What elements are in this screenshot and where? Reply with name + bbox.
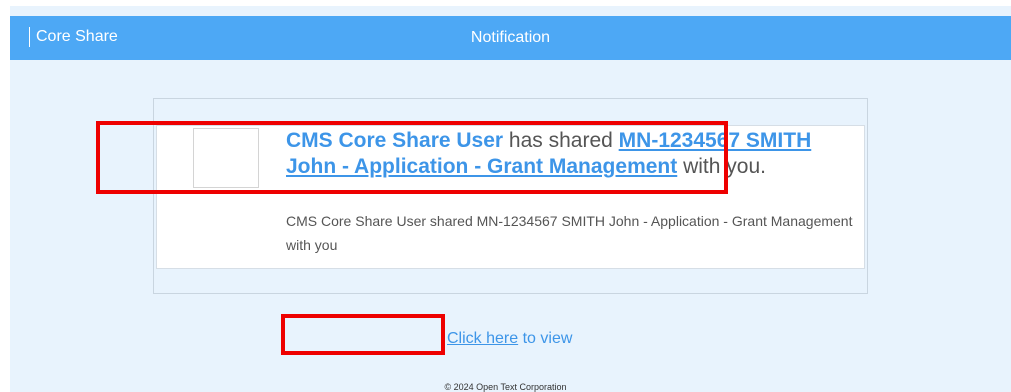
view-line: Click here to view xyxy=(447,329,572,349)
top-bar: Core Share Notification xyxy=(10,16,1011,60)
headline-suffix: with you. xyxy=(683,155,766,178)
actor-name: CMS Core Share User xyxy=(286,129,504,152)
footer-copyright: © 2024 Open Text Corporation xyxy=(444,382,567,392)
click-here-link[interactable]: Click here xyxy=(447,330,518,347)
headline-verb: has shared xyxy=(508,129,613,152)
view-suffix: to view xyxy=(522,330,573,347)
page-title: Notification xyxy=(470,29,551,46)
avatar xyxy=(193,128,259,188)
notification-headline: CMS Core Share User has shared MN-123456… xyxy=(286,128,856,180)
notification-description: CMS Core Share User shared MN-1234567 SM… xyxy=(286,213,853,253)
